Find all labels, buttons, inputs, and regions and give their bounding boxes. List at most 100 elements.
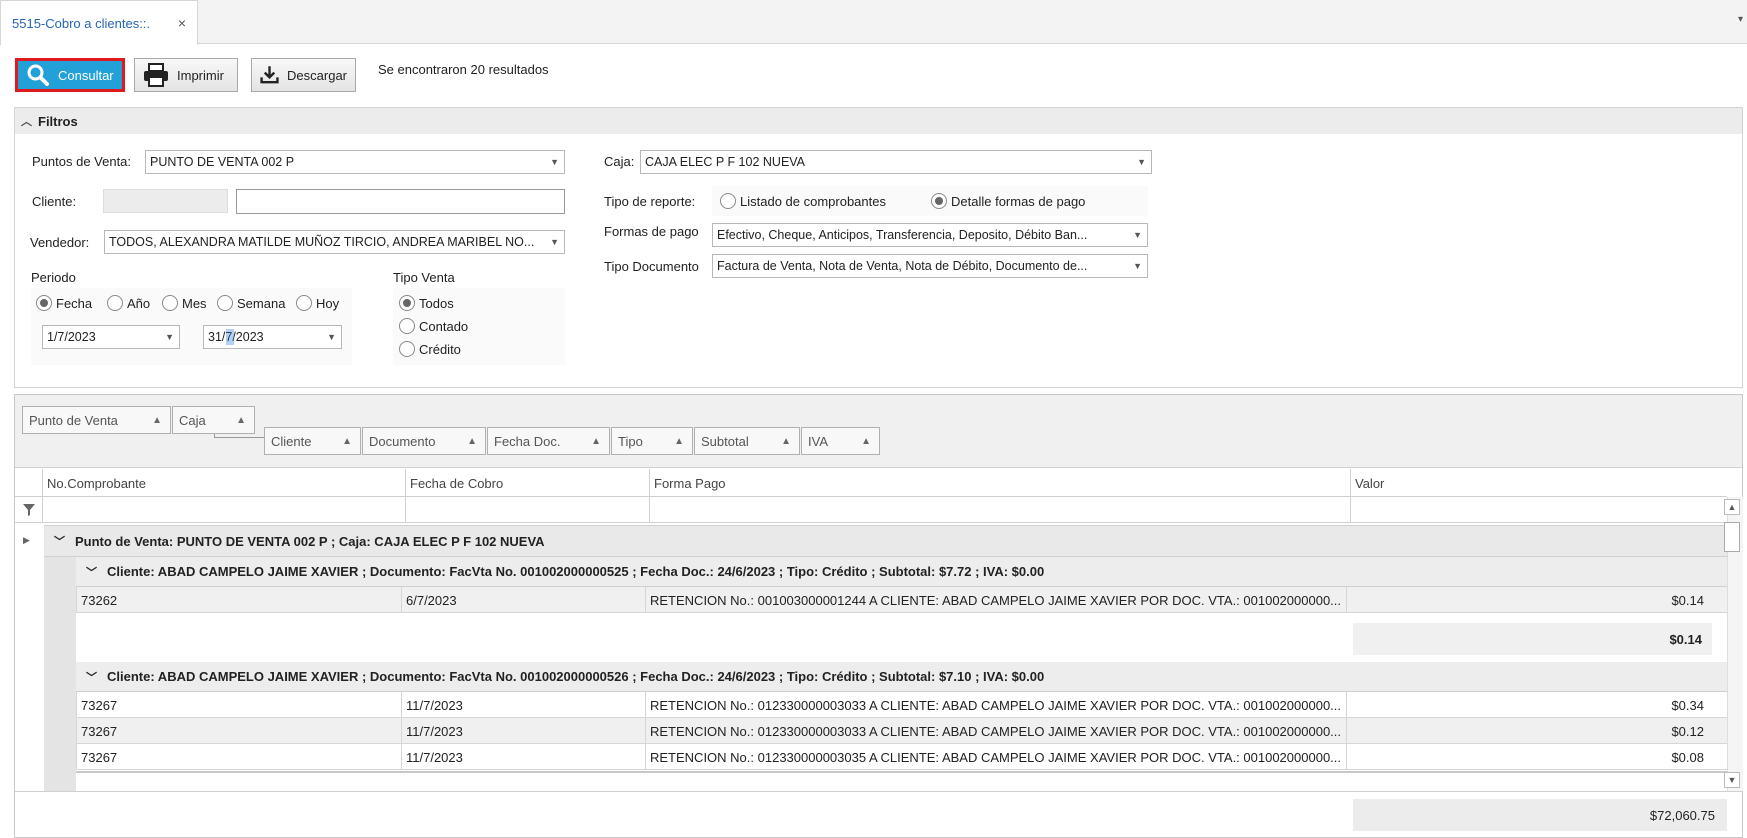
chevron-down-icon: ▼ bbox=[327, 332, 336, 342]
footer-divider bbox=[15, 791, 1742, 792]
cell-forma: RETENCION No.: 012330000003033 A CLIENTE… bbox=[645, 718, 1346, 744]
cell-comprobante: 73267 bbox=[76, 718, 401, 744]
filter-funnel-icon[interactable] bbox=[23, 504, 35, 519]
chevron-down-icon: ▼ bbox=[1137, 157, 1146, 167]
chevron-down-icon[interactable]: ﹀ bbox=[54, 533, 65, 549]
listado-comprobantes-radio[interactable]: Listado de comprobantes bbox=[720, 193, 886, 209]
group-chip-label: Fecha Doc. bbox=[494, 433, 561, 449]
filtros-header[interactable]: ︿ Filtros bbox=[14, 107, 1743, 135]
caja-select[interactable]: CAJA ELEC P F 102 NUEVA ▼ bbox=[640, 150, 1152, 174]
sort-up-icon: ▲ bbox=[591, 435, 601, 447]
group-chip-iva[interactable]: IVA ▲ bbox=[801, 427, 880, 455]
tipo-venta-todos-radio[interactable]: Todos bbox=[399, 295, 454, 311]
group-row-punto-venta[interactable]: ﹀ Punto de Venta: PUNTO DE VENTA 002 P ;… bbox=[44, 525, 1727, 557]
cell-forma: RETENCION No.: 012330000003033 A CLIENTE… bbox=[645, 692, 1346, 718]
periodo-semana-radio[interactable]: Semana bbox=[217, 295, 285, 311]
sort-up-icon: ▲ bbox=[781, 435, 791, 447]
cell-fecha: 11/7/2023 bbox=[401, 718, 645, 744]
tipo-documento-select[interactable]: Factura de Venta, Nota de Venta, Nota de… bbox=[712, 254, 1148, 278]
column-header-comprobante[interactable]: No.Comprobante bbox=[42, 469, 421, 497]
periodo-mes-radio[interactable]: Mes bbox=[162, 295, 207, 311]
cell-fecha: 11/7/2023 bbox=[401, 744, 645, 770]
tab-list-chevron-down-icon[interactable]: ▾ bbox=[1738, 14, 1743, 25]
vendedor-select[interactable]: TODOS, ALEXANDRA MATILDE MUÑOZ TIRCIO, A… bbox=[104, 230, 565, 254]
scroll-up-arrow-icon[interactable]: ▲ bbox=[1724, 499, 1740, 515]
puntos-venta-select[interactable]: PUNTO DE VENTA 002 P ▼ bbox=[145, 150, 565, 174]
group-row-cliente-526[interactable]: ﹀ Cliente: ABAD CAMPELO JAIME XAVIER ; D… bbox=[76, 662, 1727, 692]
table-row[interactable]: 73267 11/7/2023 RETENCION No.: 012330000… bbox=[76, 744, 1727, 770]
group-chip-cliente[interactable]: Cliente ▲ bbox=[264, 427, 361, 455]
auto-filter-row[interactable] bbox=[15, 497, 1727, 523]
consultar-button[interactable]: Consultar bbox=[15, 58, 125, 92]
periodo-hoy-radio[interactable]: Hoy bbox=[296, 295, 339, 311]
radio-selected-icon bbox=[36, 295, 52, 311]
radio-icon bbox=[399, 341, 415, 357]
filter-cell-valor[interactable] bbox=[1350, 497, 1727, 523]
table-row[interactable]: 73262 6/7/2023 RETENCION No.: 0010030000… bbox=[76, 587, 1727, 613]
caja-value: CAJA ELEC P F 102 NUEVA bbox=[645, 155, 806, 169]
tipo-venta-label: Tipo Venta bbox=[393, 270, 455, 285]
cliente-name-input[interactable] bbox=[236, 189, 565, 214]
filtros-title: Filtros bbox=[38, 113, 78, 129]
puntos-venta-label: Puntos de Venta: bbox=[32, 154, 132, 169]
filter-cell-comprobante[interactable] bbox=[42, 497, 421, 523]
group-chip-tipo[interactable]: Tipo ▲ bbox=[611, 427, 693, 455]
cell-fecha: 6/7/2023 bbox=[401, 587, 645, 613]
sort-up-icon: ▲ bbox=[861, 435, 871, 447]
scroll-thumb[interactable] bbox=[1724, 522, 1740, 552]
group-chip-punto-venta[interactable]: Punto de Venta ▲ bbox=[22, 406, 171, 434]
group-chip-fecha-doc[interactable]: Fecha Doc. ▲ bbox=[487, 427, 610, 455]
cell-valor: $0.08 bbox=[1346, 744, 1712, 770]
periodo-hoy-label: Hoy bbox=[316, 295, 340, 311]
periodo-fecha-radio[interactable]: Fecha bbox=[36, 295, 92, 311]
group-row-text: Cliente: ABAD CAMPELO JAIME XAVIER ; Doc… bbox=[107, 669, 1045, 684]
tipo-venta-credito-radio[interactable]: Crédito bbox=[399, 341, 461, 357]
chevron-down-icon: ▼ bbox=[550, 157, 559, 167]
group-chip-label: Caja bbox=[179, 412, 206, 428]
chevron-down-icon[interactable]: ﹀ bbox=[86, 564, 97, 580]
cliente-label: Cliente: bbox=[32, 194, 77, 209]
group-chip-documento[interactable]: Documento ▲ bbox=[362, 427, 486, 455]
group-row-cliente-525[interactable]: ﹀ Cliente: ABAD CAMPELO JAIME XAVIER ; D… bbox=[76, 557, 1727, 587]
date-segment-highlight bbox=[226, 329, 234, 345]
tipo-documento-label: Tipo Documento bbox=[604, 259, 699, 274]
tab-close-icon[interactable]: × bbox=[178, 15, 186, 31]
fecha-desde-picker[interactable]: 1/7/2023 ▼ bbox=[42, 325, 180, 349]
table-row[interactable]: 73267 11/7/2023 RETENCION No.: 012330000… bbox=[76, 692, 1727, 718]
cell-comprobante: 73267 bbox=[76, 744, 401, 770]
column-header-forma-pago[interactable]: Forma Pago bbox=[649, 469, 1354, 497]
grand-total: $72,060.75 bbox=[1353, 799, 1727, 831]
column-header-fecha-cobro[interactable]: Fecha de Cobro bbox=[405, 469, 664, 497]
sort-up-icon: ▲ bbox=[152, 414, 162, 426]
chevron-down-icon[interactable]: ﹀ bbox=[86, 669, 97, 685]
collapse-chevron-up-icon[interactable]: ︿ bbox=[21, 113, 32, 129]
group-indent bbox=[44, 557, 76, 791]
scroll-down-arrow-icon[interactable]: ▼ bbox=[1724, 772, 1740, 788]
table-row[interactable]: 73267 11/7/2023 RETENCION No.: 012330000… bbox=[76, 718, 1727, 744]
formas-pago-select[interactable]: Efectivo, Cheque, Anticipos, Transferenc… bbox=[712, 223, 1148, 247]
descargar-button[interactable]: Descargar bbox=[251, 58, 356, 92]
radio-icon bbox=[217, 295, 233, 311]
group-chip-label: Punto de Venta bbox=[29, 412, 118, 428]
results-count: Se encontraron 20 resultados bbox=[378, 62, 549, 77]
column-header-valor[interactable]: Valor bbox=[1350, 469, 1727, 497]
tipo-reporte-label: Tipo de reporte: bbox=[604, 194, 696, 209]
filter-cell-forma[interactable] bbox=[649, 497, 1354, 523]
tab-cobro-clientes[interactable]: 5515-Cobro a clientes::. × bbox=[0, 0, 198, 45]
group-chip-subtotal[interactable]: Subtotal ▲ bbox=[694, 427, 800, 455]
imprimir-button[interactable]: Imprimir bbox=[134, 58, 238, 92]
filter-cell-fecha[interactable] bbox=[405, 497, 664, 523]
periodo-ano-radio[interactable]: Año bbox=[107, 295, 150, 311]
cell-forma: RETENCION No.: 012330000003035 A CLIENTE… bbox=[645, 744, 1346, 770]
fecha-hasta-picker[interactable]: 31/7/2023 ▼ bbox=[203, 325, 342, 349]
chevron-down-icon: ▼ bbox=[1133, 261, 1142, 271]
detalle-formas-pago-radio[interactable]: Detalle formas de pago bbox=[931, 193, 1085, 209]
periodo-fecha-label: Fecha bbox=[56, 295, 93, 311]
tipo-venta-credito-label: Crédito bbox=[419, 341, 461, 357]
tipo-venta-contado-radio[interactable]: Contado bbox=[399, 318, 468, 334]
cliente-code-field[interactable] bbox=[103, 189, 228, 213]
group-chip-caja[interactable]: Caja ▲ bbox=[172, 406, 255, 434]
sort-up-icon: ▲ bbox=[342, 435, 352, 447]
cell-comprobante: 73267 bbox=[76, 692, 401, 718]
group-b-summary-partial bbox=[76, 771, 1727, 791]
